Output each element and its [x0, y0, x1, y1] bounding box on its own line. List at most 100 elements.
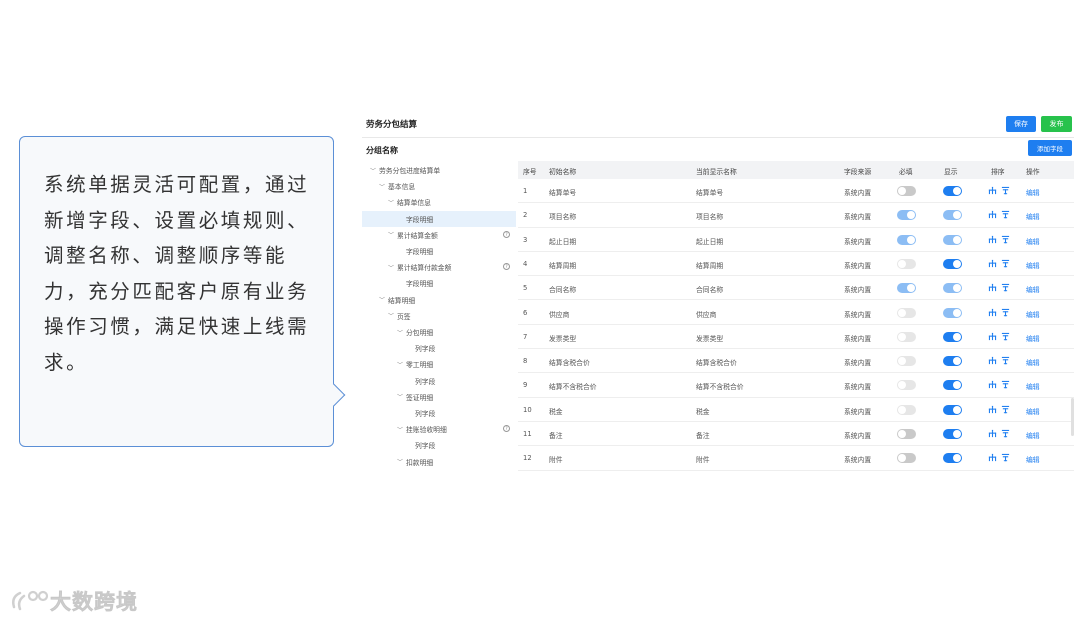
move-up-icon[interactable]: [988, 186, 997, 195]
chevron-down-icon[interactable]: ﹀: [397, 360, 406, 369]
tree-item[interactable]: 字段明细: [362, 210, 516, 227]
tree-item[interactable]: ﹀ 分包明细: [362, 324, 516, 340]
move-up-icon[interactable]: [988, 429, 997, 438]
move-down-icon[interactable]: [1001, 332, 1010, 341]
edit-link[interactable]: 编辑: [1026, 309, 1040, 319]
required-toggle[interactable]: [897, 356, 916, 367]
move-up-icon[interactable]: [988, 210, 997, 219]
tree-item[interactable]: 列字段: [362, 340, 516, 356]
chevron-down-icon[interactable]: ﹀: [397, 392, 406, 401]
move-down-icon[interactable]: [1001, 356, 1010, 365]
tree-item[interactable]: ﹀ 签证明细: [362, 389, 516, 405]
help-icon[interactable]: ?: [503, 263, 510, 271]
chevron-down-icon[interactable]: ﹀: [388, 263, 397, 272]
chevron-down-icon[interactable]: ﹀: [388, 311, 397, 320]
move-down-icon[interactable]: [1001, 186, 1010, 195]
edit-link[interactable]: 编辑: [1026, 236, 1040, 246]
visible-toggle[interactable]: [943, 283, 962, 294]
visible-toggle[interactable]: [943, 258, 962, 269]
tree-item[interactable]: 字段明细: [362, 243, 516, 259]
chevron-down-icon[interactable]: ﹀: [379, 182, 388, 191]
tree-item[interactable]: 字段明细: [362, 275, 516, 291]
cell-source: 系统内置: [844, 189, 872, 197]
visible-toggle[interactable]: [943, 356, 962, 367]
move-up-icon[interactable]: [988, 405, 997, 414]
visible-toggle[interactable]: [943, 453, 962, 464]
move-down-icon[interactable]: [1001, 429, 1010, 438]
edit-link[interactable]: 编辑: [1026, 284, 1040, 294]
tree-item[interactable]: ﹀ 劳务分包进度结算单: [362, 162, 516, 178]
publish-button[interactable]: 发布: [1041, 116, 1072, 132]
move-down-icon[interactable]: [1001, 283, 1010, 292]
move-up-icon[interactable]: [988, 356, 997, 365]
move-up-icon[interactable]: [988, 308, 997, 317]
required-toggle[interactable]: [897, 234, 916, 245]
tree-item[interactable]: 列字段: [362, 373, 516, 389]
chevron-down-icon[interactable]: ﹀: [379, 295, 388, 304]
edit-link[interactable]: 编辑: [1026, 211, 1040, 221]
move-up-icon[interactable]: [988, 332, 997, 341]
required-toggle[interactable]: [897, 210, 916, 221]
move-up-icon[interactable]: [988, 259, 997, 268]
move-down-icon[interactable]: [1001, 380, 1010, 389]
visible-toggle[interactable]: [943, 307, 962, 318]
move-up-icon[interactable]: [988, 380, 997, 389]
edit-link[interactable]: 编辑: [1026, 381, 1040, 391]
tree-item[interactable]: ﹀ 累计结算付款金额?: [362, 259, 516, 275]
chevron-down-icon[interactable]: ﹀: [397, 425, 406, 434]
chevron-down-icon[interactable]: ﹀: [388, 230, 397, 239]
visible-toggle[interactable]: [943, 429, 962, 439]
visible-toggle[interactable]: [943, 234, 962, 245]
scrollbar[interactable]: [1071, 398, 1074, 436]
move-up-icon[interactable]: [988, 453, 997, 462]
visible-toggle[interactable]: [943, 380, 962, 391]
required-toggle[interactable]: [897, 258, 916, 269]
add-field-button[interactable]: 添加字段: [1028, 140, 1072, 156]
edit-link[interactable]: 编辑: [1026, 357, 1040, 367]
help-icon[interactable]: ?: [503, 230, 510, 238]
chevron-down-icon[interactable]: ﹀: [388, 198, 397, 207]
chevron-down-icon[interactable]: ﹀: [397, 457, 406, 466]
tree-item[interactable]: ﹀ 基本信息: [362, 178, 516, 194]
chevron-down-icon[interactable]: ﹀: [370, 166, 379, 175]
chevron-down-icon[interactable]: ﹀: [397, 328, 406, 337]
save-button[interactable]: 保存: [1006, 116, 1036, 132]
move-up-icon[interactable]: [988, 283, 997, 292]
edit-link[interactable]: 编辑: [1026, 430, 1040, 440]
help-icon[interactable]: ?: [503, 425, 510, 433]
move-down-icon[interactable]: [1001, 405, 1010, 414]
move-down-icon[interactable]: [1001, 235, 1010, 244]
tree-item[interactable]: ﹀ 零工明细: [362, 356, 516, 372]
required-toggle[interactable]: [897, 404, 916, 415]
tree-item[interactable]: 列字段: [362, 437, 516, 453]
required-toggle[interactable]: [897, 307, 916, 318]
required-toggle[interactable]: [897, 429, 916, 439]
tree-item[interactable]: ﹀ 结算明细: [362, 292, 516, 308]
tree-item[interactable]: 列字段: [362, 405, 516, 421]
visible-toggle[interactable]: [943, 404, 962, 415]
required-toggle[interactable]: [897, 186, 916, 196]
edit-link[interactable]: 编辑: [1026, 454, 1040, 464]
move-up-icon[interactable]: [988, 235, 997, 244]
edit-link[interactable]: 编辑: [1026, 187, 1040, 197]
tree-item[interactable]: ﹀ 扣款明细: [362, 454, 516, 470]
move-down-icon[interactable]: [1001, 453, 1010, 462]
tree-item[interactable]: ﹀ 累计结算金额?: [362, 227, 516, 243]
move-down-icon[interactable]: [1001, 308, 1010, 317]
tree-item[interactable]: ﹀ 结算单信息: [362, 194, 516, 210]
required-toggle[interactable]: [897, 453, 916, 464]
tree-item[interactable]: ﹀ 挂账验收明细?: [362, 421, 516, 437]
tree-item[interactable]: ﹀ 页签: [362, 308, 516, 324]
required-toggle[interactable]: [897, 283, 916, 294]
visible-toggle[interactable]: [943, 210, 962, 221]
edit-link[interactable]: 编辑: [1026, 406, 1040, 416]
tree-item-label: 累计结算付款金额: [397, 264, 452, 273]
visible-toggle[interactable]: [943, 186, 962, 196]
visible-toggle[interactable]: [943, 331, 962, 342]
move-down-icon[interactable]: [1001, 259, 1010, 268]
required-toggle[interactable]: [897, 331, 916, 342]
move-down-icon[interactable]: [1001, 210, 1010, 219]
edit-link[interactable]: 编辑: [1026, 333, 1040, 343]
required-toggle[interactable]: [897, 380, 916, 391]
edit-link[interactable]: 编辑: [1026, 260, 1040, 270]
